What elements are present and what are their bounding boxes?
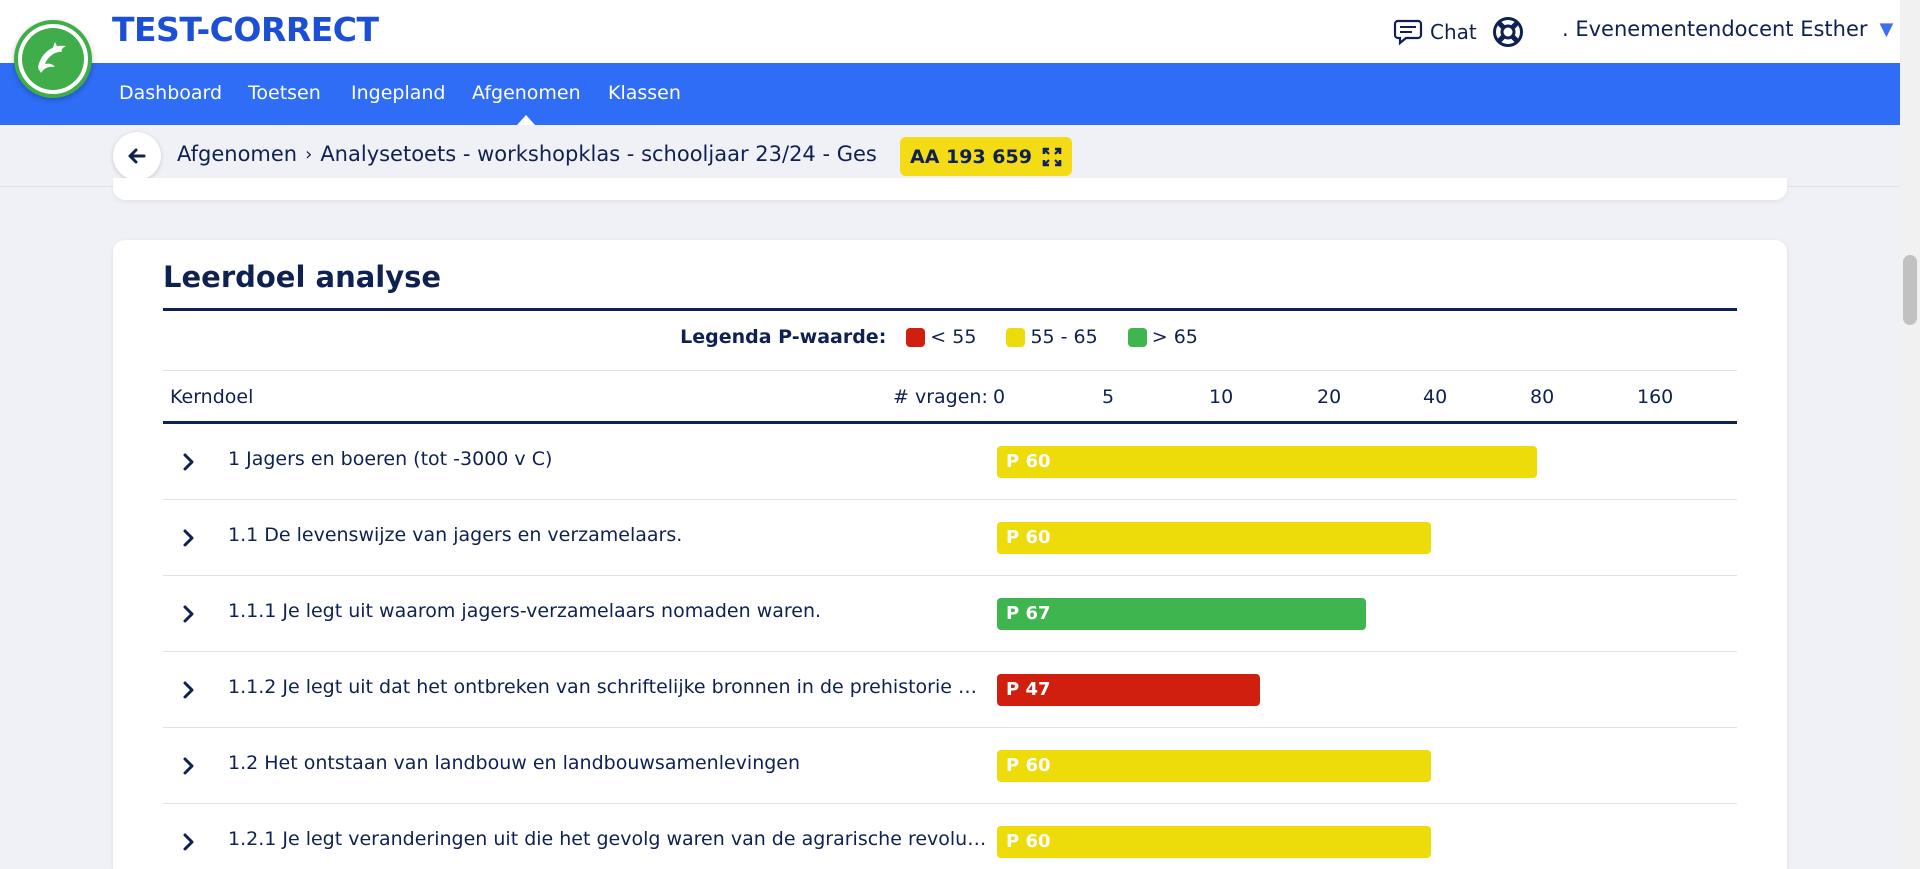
breadcrumb-parent[interactable]: Afgenomen [177, 142, 297, 166]
nav-afgenomen[interactable]: Afgenomen [472, 82, 581, 104]
nav-klassen[interactable]: Klassen [608, 82, 681, 104]
active-nav-indicator [517, 115, 535, 125]
p-value-bar: P 60 [997, 750, 1431, 782]
kerndoel-row[interactable]: 1.2.1 Je legt veranderingen uit die het … [163, 804, 1737, 869]
main-nav: Dashboard Toetsen Ingepland Afgenomen Kl… [0, 63, 1900, 125]
nav-toetsen[interactable]: Toetsen [248, 82, 321, 104]
breadcrumb: Afgenomen › Analysetoets - workshopklas … [177, 142, 877, 166]
nav-ingepland[interactable]: Ingepland [351, 82, 445, 104]
chevron-right-icon[interactable] [177, 830, 201, 854]
chat-button[interactable]: Chat [1392, 16, 1477, 48]
previous-card [113, 178, 1787, 200]
scrollbar-track[interactable] [1900, 0, 1920, 869]
legend-text-high: > 65 [1151, 326, 1198, 348]
kerndoel-row[interactable]: 1.1 De levenswijze van jagers en verzame… [163, 500, 1737, 576]
nav-dashboard[interactable]: Dashboard [119, 82, 222, 104]
column-vragen: # vragen: [893, 386, 988, 408]
axis-tick: 10 [1209, 386, 1234, 408]
chevron-right-icon[interactable] [177, 678, 201, 702]
arrow-left-icon [128, 148, 146, 164]
legend-swatch-high [1127, 327, 1147, 347]
legend-text-low: < 55 [930, 326, 977, 348]
kerndoel-label: 1 Jagers en boeren (tot -3000 v C) [228, 448, 553, 470]
legend-divider [163, 370, 1737, 371]
user-menu[interactable]: . Evenementendocent Esther ▼ [1562, 17, 1893, 41]
dolphin-icon [38, 42, 66, 73]
leerdoel-analyse-card: Leerdoel analyse Legenda P-waarde: < 55 … [113, 240, 1787, 869]
kerndoel-row[interactable]: 1.1.2 Je legt uit dat het ontbreken van … [163, 652, 1737, 728]
kerndoel-row[interactable]: 1.1.1 Je legt uit waarom jagers-verzamel… [163, 576, 1737, 652]
kerndoel-label: 1.1.1 Je legt uit waarom jagers-verzamel… [228, 600, 822, 622]
p-value-legend: Legenda P-waarde: < 55 55 - 65 > 65 [113, 326, 1787, 348]
user-name: . Evenementendocent Esther [1562, 17, 1868, 41]
test-code-badge[interactable]: AA 193 659 [900, 137, 1072, 176]
kerndoel-row[interactable]: 1.2 Het ontstaan van landbouw en landbou… [163, 728, 1737, 804]
top-header: TEST-CORRECT Chat . Evenementendocent Es… [0, 0, 1900, 63]
legend-label: Legenda P-waarde: [680, 326, 887, 348]
legend-item-mid: 55 - 65 [1006, 326, 1098, 348]
kerndoel-label: 1.1 De levenswijze van jagers en verzame… [228, 524, 683, 546]
axis-tick: 40 [1423, 386, 1448, 408]
p-value-bar: P 67 [997, 598, 1366, 630]
dolphin-logo[interactable] [14, 20, 92, 98]
chat-icon [1393, 19, 1423, 46]
lifebuoy-icon[interactable] [1492, 16, 1524, 48]
p-value-bar: P 60 [997, 522, 1431, 554]
legend-item-low: < 55 [906, 326, 976, 348]
legend-swatch-mid [1006, 327, 1026, 347]
chevron-right-icon[interactable] [177, 754, 201, 778]
axis-tick: 0 [993, 386, 1006, 408]
card-title: Leerdoel analyse [163, 260, 442, 294]
test-code: AA 193 659 [910, 145, 1032, 168]
legend-item-high: > 65 [1127, 326, 1198, 348]
chevron-right-icon[interactable] [177, 526, 201, 550]
kerndoel-label: 1.1.2 Je legt uit dat het ontbreken van … [228, 676, 988, 698]
axis-tick: 5 [1102, 386, 1115, 408]
p-value-bar: P 47 [997, 674, 1260, 706]
expand-icon [1042, 147, 1062, 166]
axis-tick: 80 [1530, 386, 1555, 408]
back-button[interactable] [113, 132, 161, 180]
chevron-right-icon[interactable] [177, 602, 201, 626]
caret-down-icon: ▼ [1879, 18, 1894, 40]
breadcrumb-current: Analysetoets - workshopklas - schooljaar… [320, 142, 877, 166]
p-value-bar: P 60 [997, 446, 1537, 478]
chevron-right-icon[interactable] [177, 450, 201, 474]
axis-tick: 20 [1317, 386, 1342, 408]
kerndoel-label: 1.2 Het ontstaan van landbouw en landbou… [228, 752, 801, 774]
column-kerndoel: Kerndoel [170, 386, 254, 408]
kerndoel-row[interactable]: 1 Jagers en boeren (tot -3000 v C) P 60 [163, 424, 1737, 500]
axis-tick: 160 [1637, 386, 1674, 408]
legend-text-mid: 55 - 65 [1030, 326, 1098, 348]
title-divider [163, 308, 1737, 311]
scrollbar-thumb[interactable] [1903, 255, 1917, 325]
p-value-bar: P 60 [997, 826, 1431, 858]
chevron-right-icon: › [305, 143, 313, 165]
brand-name[interactable]: TEST-CORRECT [112, 10, 379, 49]
chat-label: Chat [1430, 20, 1477, 44]
kerndoel-label: 1.2.1 Je legt veranderingen uit die het … [228, 828, 988, 850]
legend-swatch-low [906, 327, 926, 347]
